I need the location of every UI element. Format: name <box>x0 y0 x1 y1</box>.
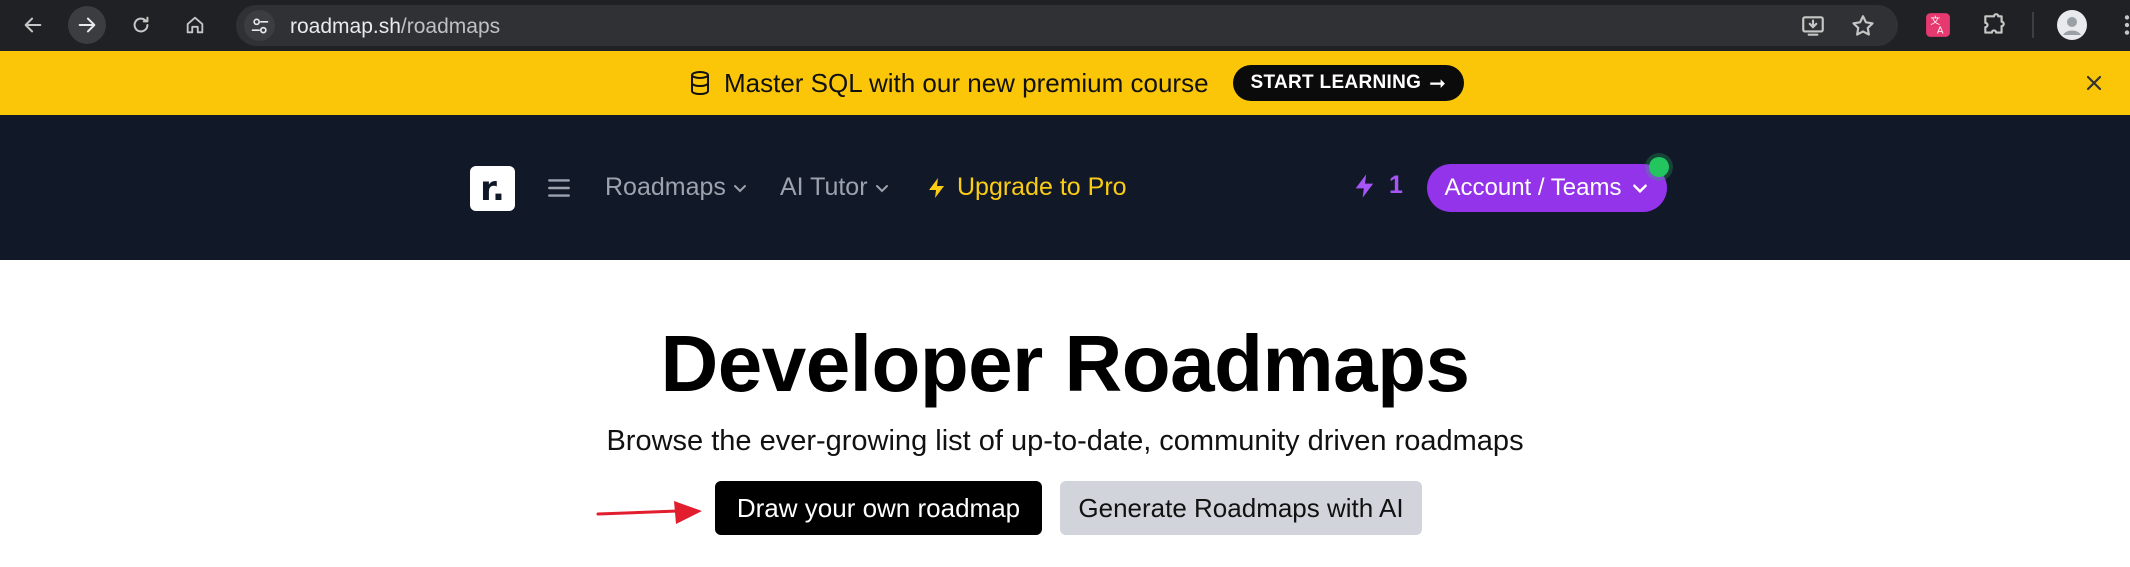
reload-button[interactable] <box>122 6 160 44</box>
home-icon <box>186 16 204 34</box>
account-teams-button[interactable]: Account / Teams <box>1427 164 1667 212</box>
toolbar-divider <box>2032 12 2034 38</box>
svg-text:A: A <box>1937 26 1944 37</box>
start-learning-button[interactable]: START LEARNING ➞ <box>1232 65 1465 101</box>
banner-content: Master SQL with our new premium course S… <box>688 51 1465 115</box>
start-learning-label: START LEARNING <box>1250 72 1422 93</box>
account-label: Account / Teams <box>1444 174 1622 201</box>
chevron-down-icon <box>875 184 888 192</box>
credits-count: 1 <box>1389 171 1403 199</box>
home-button[interactable] <box>176 6 214 44</box>
back-button[interactable] <box>14 6 52 44</box>
arrow-right-icon: ➞ <box>1429 72 1447 95</box>
site-info-button[interactable] <box>244 10 275 41</box>
profile-avatar-icon[interactable] <box>2057 10 2087 40</box>
hamburger-menu-icon[interactable] <box>546 175 572 201</box>
reload-icon <box>133 16 149 33</box>
install-app-icon[interactable] <box>1800 13 1826 39</box>
chevron-down-icon <box>1633 184 1648 194</box>
page-title: Developer Roadmaps <box>660 319 1470 408</box>
nav-roadmaps[interactable]: Roadmaps <box>605 173 748 202</box>
nav-roadmaps-label: Roadmaps <box>605 173 726 201</box>
url-text: roadmap.sh/roadmaps <box>290 15 500 39</box>
draw-roadmap-button[interactable]: Draw your own roadmap <box>715 481 1042 535</box>
address-bar[interactable]: roadmap.sh/roadmaps <box>236 5 1898 46</box>
red-arrow-annotation <box>596 501 702 524</box>
nav-upgrade-to-pro[interactable]: Upgrade to Pro <box>925 173 1127 202</box>
tune-icon <box>251 18 268 33</box>
banner-text: Master SQL with our new premium course <box>724 67 1209 98</box>
forward-button[interactable] <box>68 6 106 44</box>
upgrade-label: Upgrade to Pro <box>957 173 1127 201</box>
lightning-icon <box>929 177 944 198</box>
chevron-down-icon <box>733 184 746 192</box>
browser-toolbar: roadmap.sh/roadmaps 文A <box>0 0 2130 51</box>
site-logo[interactable]: r. <box>470 166 515 211</box>
menu-kebab-icon[interactable] <box>2114 12 2130 38</box>
arrow-left-icon <box>24 17 42 33</box>
database-icon <box>691 71 709 96</box>
arrow-right-icon <box>78 17 96 33</box>
ai-credits[interactable]: 1 <box>1351 171 1403 200</box>
page-subtitle: Browse the ever-growing list of up-to-da… <box>606 425 1524 457</box>
nav-ai-tutor-label: AI Tutor <box>780 173 868 201</box>
online-status-dot <box>1649 157 1669 177</box>
url-path: /roadmaps <box>400 15 501 38</box>
logo-text: r. <box>480 168 505 209</box>
extensions-puzzle-icon[interactable] <box>1981 12 2007 38</box>
bookmark-star-icon[interactable] <box>1850 13 1876 39</box>
lightning-icon <box>1355 173 1374 198</box>
url-host: roadmap.sh <box>290 15 401 38</box>
promo-banner: Master SQL with our new premium course S… <box>0 51 2130 115</box>
nav-ai-tutor[interactable]: AI Tutor <box>780 173 890 202</box>
generate-ai-roadmaps-button[interactable]: Generate Roadmaps with AI <box>1060 481 1422 535</box>
site-header: r. Roadmaps AI Tutor Upgrade to Pro 1 Ac… <box>0 115 2130 260</box>
close-icon[interactable] <box>2082 71 2106 95</box>
translate-extension-icon[interactable]: 文A <box>1925 12 1951 38</box>
